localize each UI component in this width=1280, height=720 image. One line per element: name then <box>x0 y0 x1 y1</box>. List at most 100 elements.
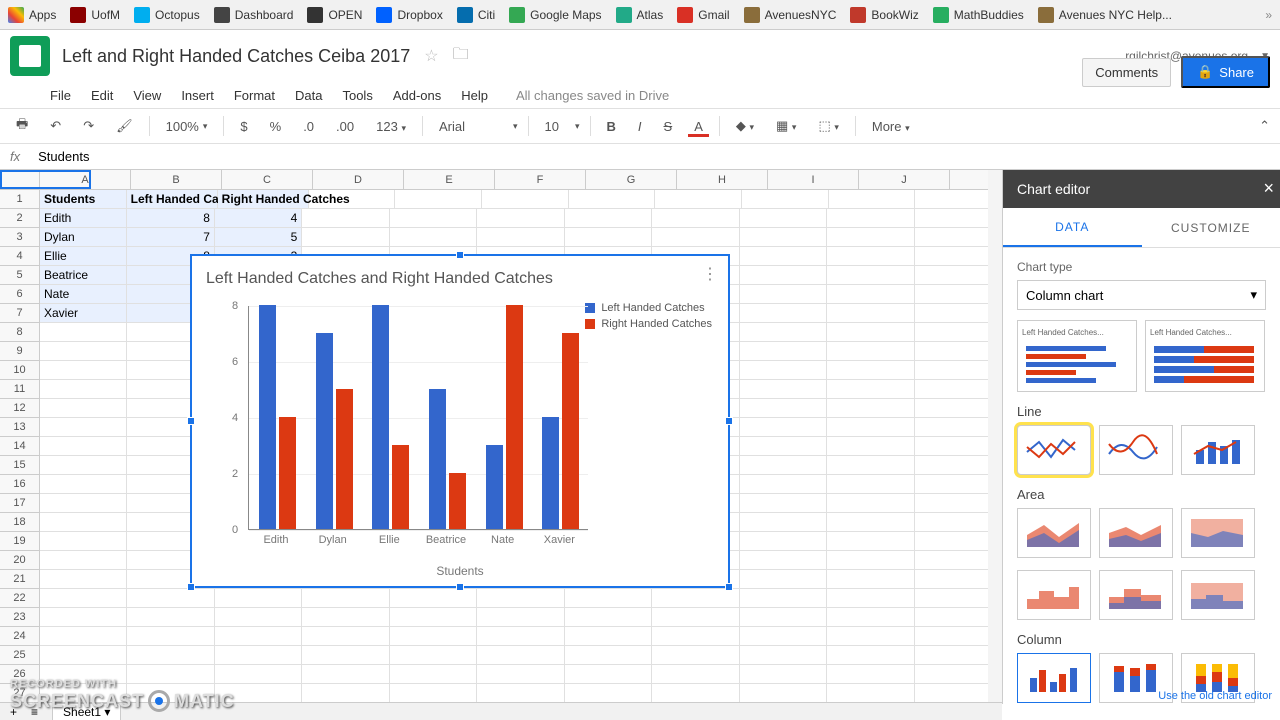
cell[interactable] <box>302 209 389 228</box>
bookmark-item[interactable]: MathBuddies <box>933 7 1024 23</box>
cell[interactable] <box>740 608 827 627</box>
vertical-scrollbar[interactable] <box>988 170 1002 704</box>
cell[interactable] <box>40 361 127 380</box>
cell[interactable] <box>40 589 127 608</box>
cell[interactable] <box>569 190 656 209</box>
cell[interactable] <box>652 608 739 627</box>
row-header[interactable]: 24 <box>0 627 39 646</box>
fill-color-icon[interactable]: ◆ ▾ <box>730 114 760 138</box>
cell[interactable] <box>127 627 214 646</box>
cell[interactable] <box>40 380 127 399</box>
cell[interactable] <box>40 342 127 361</box>
cell[interactable] <box>827 209 914 228</box>
spreadsheet-grid[interactable]: ABCDEFGHIJ 12345678910111213141516171819… <box>0 170 1002 704</box>
cell[interactable] <box>827 494 914 513</box>
cell[interactable] <box>827 684 914 703</box>
cell[interactable] <box>827 361 914 380</box>
menu-tools[interactable]: Tools <box>342 88 372 103</box>
bookmark-item[interactable]: OPEN <box>307 7 362 23</box>
cell[interactable] <box>740 551 827 570</box>
column-header[interactable]: A <box>40 170 131 189</box>
row-header[interactable]: 5 <box>0 266 39 285</box>
cell[interactable] <box>652 646 739 665</box>
cell[interactable] <box>652 627 739 646</box>
tab-data[interactable]: DATA <box>1003 208 1142 247</box>
cell[interactable] <box>302 684 389 703</box>
chart-thumb-step-area[interactable] <box>1017 570 1091 620</box>
cell[interactable] <box>302 228 389 247</box>
chart-suggestion-thumb[interactable]: Left Handed Catches... <box>1145 320 1265 392</box>
cell[interactable] <box>40 646 127 665</box>
document-title[interactable]: Left and Right Handed Catches Ceiba 2017 <box>62 46 410 67</box>
cell[interactable] <box>652 684 739 703</box>
chart-suggestion-thumb[interactable]: Left Handed Catches... <box>1017 320 1137 392</box>
chart-type-select[interactable]: Column chart▾ <box>1017 280 1266 310</box>
collapse-toolbar-icon[interactable]: ⌃ <box>1259 118 1270 134</box>
tab-customize[interactable]: CUSTOMIZE <box>1142 208 1280 247</box>
cell[interactable] <box>390 608 477 627</box>
cell[interactable] <box>565 627 652 646</box>
cell[interactable] <box>740 247 827 266</box>
cell[interactable] <box>740 304 827 323</box>
cell[interactable] <box>127 589 214 608</box>
embedded-chart[interactable]: ⋮ Left Handed Catches and Right Handed C… <box>190 254 730 588</box>
column-header[interactable]: C <box>222 170 313 189</box>
cell[interactable] <box>477 209 564 228</box>
cell[interactable] <box>827 323 914 342</box>
cell[interactable] <box>827 551 914 570</box>
zoom-select[interactable]: 100% ▾ <box>160 115 214 138</box>
cell[interactable] <box>40 513 127 532</box>
cell[interactable] <box>40 608 127 627</box>
cell[interactable] <box>565 665 652 684</box>
cell[interactable] <box>477 627 564 646</box>
cell[interactable] <box>565 589 652 608</box>
comments-button[interactable]: Comments <box>1082 58 1171 87</box>
cell[interactable] <box>565 209 652 228</box>
cell[interactable] <box>742 190 829 209</box>
column-header[interactable]: G <box>586 170 677 189</box>
bookmark-item[interactable]: Citi <box>457 7 495 23</box>
cell[interactable] <box>827 665 914 684</box>
cell[interactable] <box>740 209 827 228</box>
cell[interactable] <box>740 456 827 475</box>
cell[interactable] <box>390 627 477 646</box>
cell[interactable] <box>740 380 827 399</box>
cell[interactable]: Right Handed Catches <box>218 190 309 209</box>
cell[interactable] <box>740 570 827 589</box>
menu-file[interactable]: File <box>50 88 71 103</box>
bookmark-item[interactable]: AvenuesNYC <box>744 7 837 23</box>
cell[interactable]: 8 <box>127 209 214 228</box>
strikethrough-icon[interactable]: S <box>658 115 679 138</box>
borders-icon[interactable]: ▦ ▾ <box>770 114 802 138</box>
cell[interactable] <box>652 228 739 247</box>
cell[interactable] <box>827 627 914 646</box>
menu-insert[interactable]: Insert <box>181 88 214 103</box>
cell[interactable] <box>740 513 827 532</box>
cell[interactable] <box>827 513 914 532</box>
cell[interactable] <box>740 361 827 380</box>
cell[interactable] <box>827 608 914 627</box>
cell[interactable] <box>740 494 827 513</box>
cell[interactable] <box>40 418 127 437</box>
cell[interactable]: Beatrice <box>40 266 127 285</box>
row-header[interactable]: 15 <box>0 456 39 475</box>
cell[interactable] <box>740 665 827 684</box>
column-header[interactable]: E <box>404 170 495 189</box>
cell[interactable] <box>302 665 389 684</box>
cell[interactable] <box>395 190 482 209</box>
cell[interactable] <box>477 589 564 608</box>
cell[interactable] <box>40 551 127 570</box>
format-currency[interactable]: $ <box>234 115 253 138</box>
row-header[interactable]: 17 <box>0 494 39 513</box>
cell[interactable]: Xavier <box>40 304 127 323</box>
row-header[interactable]: 25 <box>0 646 39 665</box>
row-header[interactable]: 4 <box>0 247 39 266</box>
sheets-logo-icon[interactable] <box>10 36 50 76</box>
close-icon[interactable]: × <box>1263 178 1274 199</box>
cell[interactable] <box>827 532 914 551</box>
menu-edit[interactable]: Edit <box>91 88 113 103</box>
cell[interactable] <box>40 399 127 418</box>
chart-thumb-column[interactable] <box>1017 653 1091 703</box>
cell[interactable] <box>827 418 914 437</box>
cell[interactable] <box>40 456 127 475</box>
